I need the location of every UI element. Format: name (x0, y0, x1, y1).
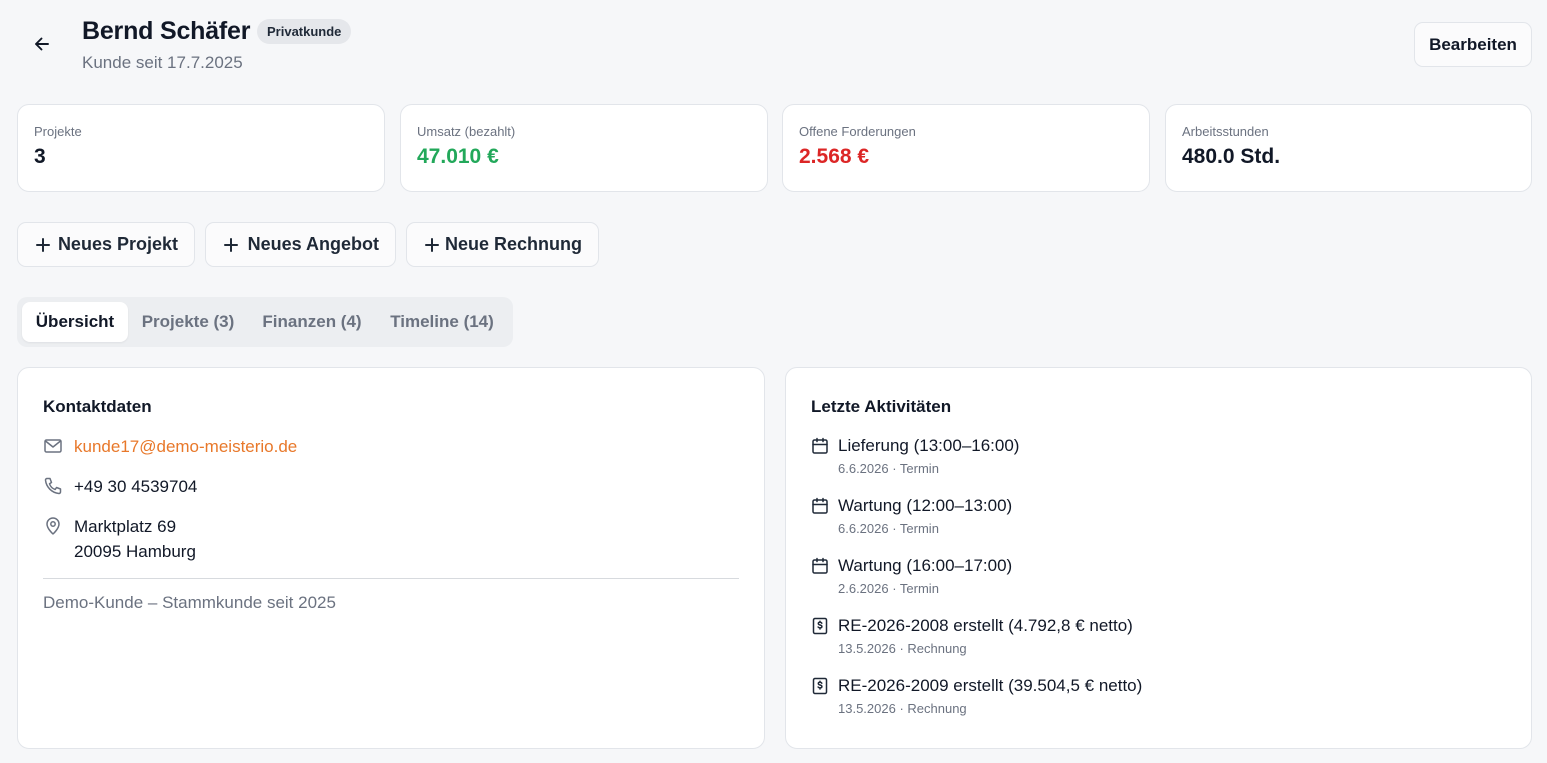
new-offer-button[interactable]: Neues Angebot (205, 222, 396, 267)
stat-card-revenue: Umsatz (bezahlt) 47.010 € (400, 104, 768, 192)
new-project-label: Neues Projekt (57, 234, 178, 254)
contact-address: Marktplatz 69 20095 Hamburg (74, 514, 196, 564)
plus-icon (34, 236, 50, 254)
activity-title: RE-2026-2008 erstellt (4.792,8 € netto) (838, 616, 1133, 635)
page-title: Bernd Schäfer (82, 17, 251, 45)
tab-timeline[interactable]: Timeline (14) (380, 302, 504, 342)
activity-meta: 6.6.2026 · Termin (838, 521, 939, 536)
new-invoice-label: Neue Rechnung (444, 234, 582, 254)
activity-item: Lieferung (13:00–16:00) 6.6.2026 · Termi… (811, 436, 1019, 476)
tab-projects[interactable]: Projekte (3) (132, 302, 244, 342)
back-button[interactable] (28, 30, 56, 58)
tab-overview[interactable]: Übersicht (22, 302, 128, 342)
activity-item: Wartung (16:00–17:00) 2.6.2026 · Termin (811, 556, 1012, 596)
phone-icon (44, 477, 62, 495)
invoice-icon (812, 617, 828, 635)
stat-label: Umsatz (bezahlt) (417, 124, 516, 139)
contact-phone-row: +49 30 4539704 (43, 476, 197, 497)
contact-card: Kontaktdaten kunde17@demo-meisterio.de +… (17, 367, 765, 749)
stat-value: 47.010 € (417, 145, 499, 168)
contact-address-row: Marktplatz 69 20095 Hamburg (43, 516, 196, 564)
map-pin-icon (46, 517, 60, 535)
activity-meta: 13.5.2026 · Rechnung (838, 701, 967, 716)
stat-card-work-hours: Arbeitsstunden 480.0 Std. (1165, 104, 1532, 192)
page-header: Bernd Schäfer Privatkunde Kunde seit 17.… (0, 0, 1547, 90)
activity-item: RE-2026-2008 erstellt (4.792,8 € netto) … (811, 616, 1133, 656)
stat-value: 2.568 € (799, 145, 870, 168)
contact-phone: +49 30 4539704 (74, 477, 198, 496)
calendar-icon (812, 437, 828, 454)
tab-finances[interactable]: Finanzen (4) (252, 302, 372, 342)
activity-meta: 13.5.2026 · Rechnung (838, 641, 967, 656)
activity-item: Wartung (12:00–13:00) 6.6.2026 · Termin (811, 496, 1012, 536)
plus-icon (222, 236, 238, 254)
activities-card: Letzte Aktivitäten Lieferung (13:00–16:0… (785, 367, 1532, 749)
invoice-icon (812, 677, 828, 695)
arrow-left-icon (35, 37, 49, 51)
contact-card-title: Kontaktdaten (43, 397, 152, 416)
contact-divider (43, 578, 739, 579)
stats-row: Projekte 3 Umsatz (bezahlt) 47.010 € Off… (17, 104, 1532, 192)
stat-value: 480.0 Std. (1182, 145, 1281, 168)
calendar-icon (812, 497, 828, 514)
activity-meta: 6.6.2026 · Termin (838, 461, 939, 476)
activities-card-title: Letzte Aktivitäten (811, 397, 952, 416)
edit-button[interactable]: Bearbeiten (1414, 22, 1532, 67)
stat-label: Offene Forderungen (799, 124, 916, 139)
activity-item: RE-2026-2009 erstellt (39.504,5 € netto)… (811, 676, 1142, 716)
activity-meta: 2.6.2026 · Termin (838, 581, 939, 596)
plus-icon (423, 236, 439, 254)
stat-card-projects: Projekte 3 (17, 104, 385, 192)
customer-type-badge: Privatkunde (257, 19, 352, 44)
customer-since: Kunde seit 17.7.2025 (82, 53, 243, 72)
mail-icon (44, 439, 62, 453)
new-offer-label: Neues Angebot (247, 234, 379, 254)
activity-title: Wartung (16:00–17:00) (838, 556, 1013, 575)
stat-label: Arbeitsstunden (1182, 124, 1269, 139)
stat-label: Projekte (34, 124, 82, 139)
contact-street: Marktplatz 69 (74, 517, 177, 536)
tab-bar: Übersicht Projekte (3) Finanzen (4) Time… (17, 297, 513, 347)
new-invoice-button[interactable]: Neue Rechnung (406, 222, 599, 267)
activity-title: Lieferung (13:00–16:00) (838, 436, 1020, 455)
calendar-icon (812, 557, 828, 574)
contact-city: 20095 Hamburg (74, 542, 196, 561)
new-project-button[interactable]: Neues Projekt (17, 222, 195, 267)
activity-title: Wartung (12:00–13:00) (838, 496, 1013, 515)
contact-email-link[interactable]: kunde17@demo-meisterio.de (74, 437, 297, 457)
contact-email-row: kunde17@demo-meisterio.de (43, 436, 297, 457)
contact-note: Demo-Kunde – Stammkunde seit 2025 (43, 593, 336, 612)
stat-value: 3 (34, 145, 46, 168)
stat-card-open-receivables: Offene Forderungen 2.568 € (782, 104, 1150, 192)
activity-title: RE-2026-2009 erstellt (39.504,5 € netto) (838, 676, 1143, 695)
